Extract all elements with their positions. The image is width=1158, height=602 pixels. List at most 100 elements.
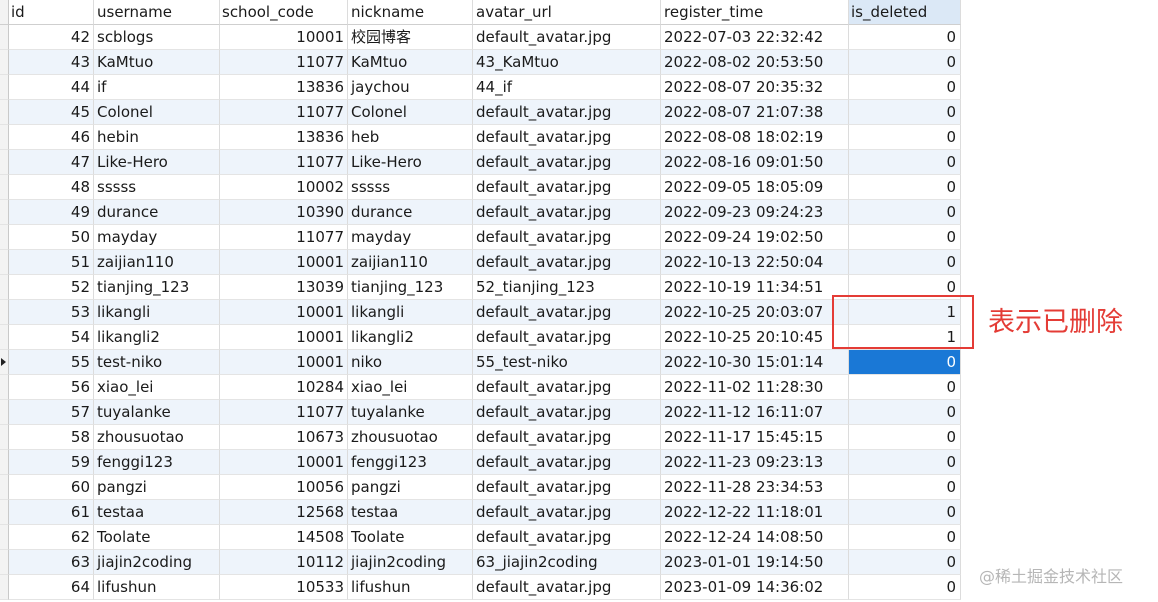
cell-nickname[interactable]: sssss [348,175,473,200]
cell-id[interactable]: 42 [9,25,94,50]
cell-register-time[interactable]: 2023-01-01 19:14:50 [661,550,849,575]
cell-register-time[interactable]: 2022-08-07 20:35:32 [661,75,849,100]
cell-username[interactable]: zaijian110 [94,250,220,275]
cell-is-deleted[interactable]: 0 [849,500,961,525]
cell-avatar-url[interactable]: default_avatar.jpg [473,175,661,200]
cell-username[interactable]: zhousuotao [94,425,220,450]
cell-nickname[interactable]: tuyalanke [348,400,473,425]
cell-avatar-url[interactable]: default_avatar.jpg [473,475,661,500]
cell-is-deleted[interactable]: 0 [849,475,961,500]
cell-school-code[interactable]: 13836 [220,125,348,150]
cell-school-code[interactable]: 10002 [220,175,348,200]
cell-avatar-url[interactable]: default_avatar.jpg [473,125,661,150]
row-gutter[interactable] [0,25,9,50]
table-row[interactable]: 56 xiao_lei 10284 xiao_lei default_avatar.jp… [0,375,961,400]
cell-register-time[interactable]: 2022-08-02 20:53:50 [661,50,849,75]
cell-username[interactable]: lifushun [94,575,220,600]
cell-register-time[interactable]: 2022-12-24 14:08:50 [661,525,849,550]
cell-nickname[interactable]: pangzi [348,475,473,500]
cell-avatar-url[interactable]: 44_if [473,75,661,100]
cell-id[interactable]: 63 [9,550,94,575]
column-header-register-time[interactable]: register_time [661,0,849,25]
cell-nickname[interactable]: fenggi123 [348,450,473,475]
column-header-id[interactable]: id [9,0,94,25]
cell-avatar-url[interactable]: 43_KaMtuo [473,50,661,75]
cell-avatar-url[interactable]: default_avatar.jpg [473,250,661,275]
row-gutter[interactable] [0,175,9,200]
cell-username[interactable]: mayday [94,225,220,250]
column-header-username[interactable]: username [94,0,220,25]
table-row[interactable]: 46 hebin 13836 heb default_avatar.jpg 2022-08… [0,125,961,150]
cell-school-code[interactable]: 11077 [220,100,348,125]
cell-avatar-url[interactable]: default_avatar.jpg [473,500,661,525]
row-gutter[interactable] [0,450,9,475]
cell-nickname[interactable]: lifushun [348,575,473,600]
column-header-nickname[interactable]: nickname [348,0,473,25]
cell-is-deleted[interactable]: 0 [849,150,961,175]
cell-id[interactable]: 58 [9,425,94,450]
cell-id[interactable]: 56 [9,375,94,400]
cell-school-code[interactable]: 11077 [220,225,348,250]
cell-nickname[interactable]: zaijian110 [348,250,473,275]
table-row[interactable]: 59 fenggi123 10001 fenggi123 default_avatar.… [0,450,961,475]
cell-username[interactable]: Colonel [94,100,220,125]
cell-is-deleted[interactable]: 0 [849,350,961,375]
cell-nickname[interactable]: xiao_lei [348,375,473,400]
table-row[interactable]: 57 tuyalanke 11077 tuyalanke default_avatar.… [0,400,961,425]
cell-username[interactable]: test-niko [94,350,220,375]
cell-is-deleted[interactable]: 0 [849,575,961,600]
row-gutter[interactable] [0,350,9,375]
cell-username[interactable]: pangzi [94,475,220,500]
cell-avatar-url[interactable]: default_avatar.jpg [473,525,661,550]
cell-school-code[interactable]: 13836 [220,75,348,100]
cell-avatar-url[interactable]: default_avatar.jpg [473,325,661,350]
row-gutter[interactable] [0,200,9,225]
cell-username[interactable]: if [94,75,220,100]
cell-school-code[interactable]: 10001 [220,25,348,50]
cell-school-code[interactable]: 10056 [220,475,348,500]
cell-username[interactable]: sssss [94,175,220,200]
cell-is-deleted[interactable]: 0 [849,25,961,50]
cell-avatar-url[interactable]: 55_test-niko [473,350,661,375]
cell-avatar-url[interactable]: default_avatar.jpg [473,375,661,400]
cell-nickname[interactable]: jaychou [348,75,473,100]
table-row[interactable]: 54 likangli2 10001 likangli2 default_avatar.… [0,325,961,350]
cell-is-deleted[interactable]: 0 [849,425,961,450]
cell-id[interactable]: 59 [9,450,94,475]
cell-nickname[interactable]: KaMtuo [348,50,473,75]
column-header-is-deleted[interactable]: is_deleted [849,0,961,25]
cell-is-deleted[interactable]: 0 [849,100,961,125]
cell-school-code[interactable]: 10112 [220,550,348,575]
cell-username[interactable]: tianjing_123 [94,275,220,300]
cell-avatar-url[interactable]: 52_tianjing_123 [473,275,661,300]
cell-register-time[interactable]: 2022-11-17 15:45:15 [661,425,849,450]
cell-id[interactable]: 52 [9,275,94,300]
cell-id[interactable]: 60 [9,475,94,500]
cell-avatar-url[interactable]: 63_jiajin2coding [473,550,661,575]
cell-register-time[interactable]: 2022-10-25 20:03:07 [661,300,849,325]
table-row[interactable]: 52 tianjing_123 13039 tianjing_123 52_tianji… [0,275,961,300]
table-row[interactable]: 60 pangzi 10056 pangzi default_avatar.jpg 202… [0,475,961,500]
cell-school-code[interactable]: 11077 [220,400,348,425]
cell-register-time[interactable]: 2022-10-19 11:34:51 [661,275,849,300]
cell-register-time[interactable]: 2022-08-08 18:02:19 [661,125,849,150]
cell-username[interactable]: likangli2 [94,325,220,350]
row-gutter[interactable] [0,475,9,500]
cell-nickname[interactable]: durance [348,200,473,225]
row-gutter[interactable] [0,100,9,125]
cell-username[interactable]: Like-Hero [94,150,220,175]
cell-is-deleted[interactable]: 0 [849,400,961,425]
cell-register-time[interactable]: 2022-11-23 09:23:13 [661,450,849,475]
table-row[interactable]: 62 Toolate 14508 Toolate default_avatar.jpg 2… [0,525,961,550]
cell-id[interactable]: 53 [9,300,94,325]
cell-school-code[interactable]: 11077 [220,150,348,175]
table-row[interactable]: 45 Colonel 11077 Colonel default_avatar.jpg 2… [0,100,961,125]
row-gutter[interactable] [0,575,9,600]
cell-id[interactable]: 48 [9,175,94,200]
cell-is-deleted[interactable]: 0 [849,525,961,550]
cell-school-code[interactable]: 11077 [220,50,348,75]
cell-is-deleted[interactable]: 0 [849,175,961,200]
cell-is-deleted[interactable]: 0 [849,225,961,250]
cell-nickname[interactable]: 校园博客 [348,25,473,50]
cell-id[interactable]: 47 [9,150,94,175]
